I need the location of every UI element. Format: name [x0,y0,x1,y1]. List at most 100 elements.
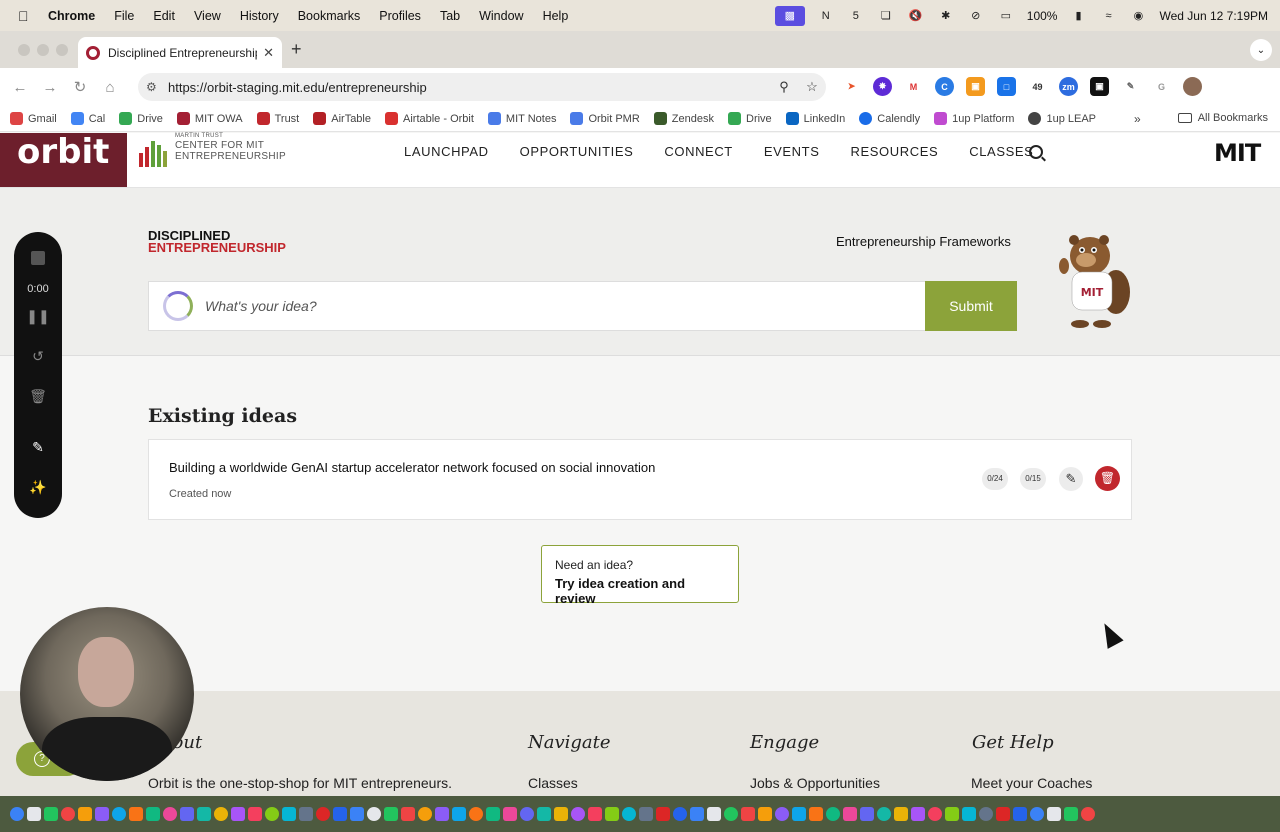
idea-title[interactable]: Building a worldwide GenAI startup accel… [169,460,655,475]
bookmark-star-icon[interactable]: ☆ [798,79,826,95]
bookmark-airtable-orbit[interactable]: Airtable - Orbit [385,112,474,125]
dock-app-icon[interactable] [95,807,109,821]
dock-app-icon[interactable] [282,807,296,821]
zoom-search-icon[interactable]: ⚲ [770,79,798,95]
dock-app-icon[interactable] [384,807,398,821]
bookmark-linkedin[interactable]: LinkedIn [785,112,845,125]
dock-app-icon[interactable] [333,807,347,821]
google-icon[interactable]: G [1152,77,1171,96]
dock-app-icon[interactable] [962,807,976,821]
dock-app-icon[interactable] [316,807,330,821]
mit-logo[interactable]: MIT [1214,139,1261,167]
site-info-icon[interactable]: ⚙ [146,80,162,94]
square-extension-icon[interactable]: ▣ [1090,77,1109,96]
idea-card[interactable]: Building a worldwide GenAI startup accel… [148,439,1132,520]
effects-icon[interactable]: ✨ [14,479,62,496]
dock-app-icon[interactable] [78,807,92,821]
dock-app-icon[interactable] [979,807,993,821]
idea-input[interactable] [205,298,805,314]
restart-icon[interactable]: ↺ [14,348,62,365]
dock-app-icon[interactable] [877,807,891,821]
mute-icon[interactable]: 🔇 [907,9,925,23]
dock-app-icon[interactable] [469,807,483,821]
badge-extension-icon[interactable]: 49 [1028,77,1047,96]
dock-app-icon[interactable] [367,807,381,821]
orbit-logo[interactable]: orbit [0,133,127,187]
dock-app-icon[interactable] [401,807,415,821]
delete-trash-icon[interactable]: 🗑 [1095,466,1120,491]
dock-app-icon[interactable] [112,807,126,821]
tab-close-icon[interactable]: ✕ [263,45,274,61]
dock-app-icon[interactable] [1030,807,1044,821]
bookmark-cal[interactable]: Cal [70,112,105,125]
dock-app-icon[interactable] [1047,807,1061,821]
dock-app-icon[interactable] [775,807,789,821]
menubar-datetime[interactable]: Wed Jun 12 7:19PM [1159,9,1268,23]
home-icon[interactable]: ⌂ [100,79,120,96]
dock-app-icon[interactable] [27,807,41,821]
close-window-button[interactable] [18,44,30,56]
dock-app-icon[interactable] [10,807,24,821]
puzzle-extension-icon[interactable]: ✎ [1121,77,1140,96]
dock-app-icon[interactable] [248,807,262,821]
bookmark-mit-owa[interactable]: MIT OWA [176,112,243,125]
new-tab-button[interactable]: + [291,39,302,60]
swift-extension-icon[interactable]: ➤ [842,77,861,96]
orange-extension-icon[interactable]: ▣ [966,77,985,96]
footer-link-jobs[interactable]: Jobs & Opportunities [750,775,880,791]
app-5-icon[interactable]: 5 [847,9,865,23]
nav-launchpad[interactable]: LAUNCHPAD [404,144,489,159]
dock-app-icon[interactable] [673,807,687,821]
c-extension-icon[interactable]: C [935,77,954,96]
bookmark-airtable[interactable]: AirTable [313,112,371,125]
wifi-icon[interactable]: ≈ [1099,9,1117,23]
dock-app-icon[interactable] [724,807,738,821]
gmail-extension-icon[interactable]: M [904,77,923,96]
dock-app-icon[interactable] [826,807,840,821]
minimize-window-button[interactable] [37,44,49,56]
pencil-icon[interactable]: ✎ [14,439,62,456]
bookmark-gmail[interactable]: Gmail [10,112,57,125]
dock-app-icon[interactable] [639,807,653,821]
submit-button[interactable]: Submit [925,281,1017,331]
menu-window[interactable]: Window [479,9,523,23]
menu-edit[interactable]: Edit [153,9,175,23]
dock-app-icon[interactable] [707,807,721,821]
bookmark-zendesk[interactable]: Zendesk [653,112,714,125]
dock-app-icon[interactable] [843,807,857,821]
disciplined-entrepreneurship-logo[interactable]: DISCIPLINED ENTREPRENEURSHIP [148,229,286,254]
dock-app-icon[interactable] [741,807,755,821]
notion-icon[interactable]: N [817,9,835,23]
dock-app-icon[interactable] [911,807,925,821]
dock-app-icon[interactable] [163,807,177,821]
dock-app-icon[interactable] [1064,807,1078,821]
url-text[interactable]: https://orbit-staging.mit.edu/entreprene… [168,80,770,95]
star-extension-icon[interactable]: ✸ [873,77,892,96]
pause-icon[interactable]: ❚❚ [14,308,62,325]
dock-app-icon[interactable] [214,807,228,821]
dock-app-icon[interactable] [146,807,160,821]
menu-app-chrome[interactable]: Chrome [48,9,95,23]
dock-app-icon[interactable] [197,807,211,821]
edit-pencil-icon[interactable]: ✎ [1059,467,1083,491]
back-icon[interactable]: ← [10,79,30,96]
dock-app-icon[interactable] [996,807,1010,821]
dock-app-icon[interactable] [44,807,58,821]
webcam-bubble[interactable] [20,607,194,781]
dock-app-icon[interactable] [537,807,551,821]
dock-app-icon[interactable] [809,807,823,821]
dock-app-icon[interactable] [61,807,75,821]
nav-opportunities[interactable]: OPPORTUNITIES [520,144,634,159]
address-bar[interactable]: ⚙ https://orbit-staging.mit.edu/entrepre… [138,73,826,101]
dock-app-icon[interactable] [265,807,279,821]
profile-avatar[interactable] [1183,77,1202,96]
battery-icon[interactable]: ▮ [1069,9,1087,23]
bookmark-1up-platform[interactable]: 1up Platform [934,112,1014,125]
frameworks-link[interactable]: Entrepreneurship Frameworks [836,234,1011,249]
try-idea-creation-button[interactable]: Need an idea? Try idea creation and revi… [541,545,739,606]
display-icon[interactable]: ▭ [997,9,1015,23]
dock-app-icon[interactable] [1013,807,1027,821]
dock-app-icon[interactable] [622,807,636,821]
zoom-window-button[interactable] [56,44,68,56]
dock-app-icon[interactable] [1081,807,1095,821]
